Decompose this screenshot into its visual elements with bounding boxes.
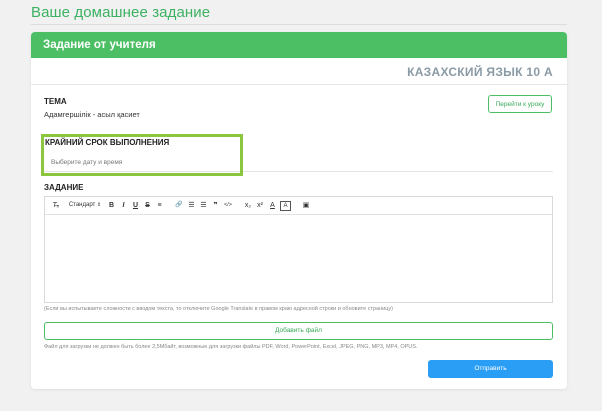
- align-icon[interactable]: ≡: [155, 200, 164, 211]
- link-icon[interactable]: 🔗: [174, 200, 184, 211]
- strike-icon[interactable]: S: [143, 200, 152, 211]
- assignment-label: ЗАДАНИЕ: [44, 183, 84, 192]
- editor-toolbar: T̶ₓ Стандарт ⇕ B I U S ≡ 🔗 ☰ ☰ ❞ </> x₂ …: [45, 197, 552, 215]
- assignment-card: Задание от учителя КАЗАХСКИЙ ЯЗЫК 10 А Т…: [31, 32, 567, 389]
- style-select-value: Стандарт: [68, 202, 96, 208]
- add-file-button[interactable]: Добавить файл: [44, 322, 553, 340]
- italic-icon[interactable]: I: [119, 200, 128, 211]
- bold-icon[interactable]: B: [107, 200, 116, 211]
- topic-value: Адамгершілік - асыл қасиет: [44, 110, 140, 119]
- quote-icon[interactable]: ❞: [211, 200, 220, 211]
- text-editor[interactable]: T̶ₓ Стандарт ⇕ B I U S ≡ 🔗 ☰ ☰ ❞ </> x₂ …: [44, 196, 553, 303]
- chevron-updown-icon: ⇕: [96, 202, 102, 208]
- subscript-icon[interactable]: x₂: [243, 200, 253, 211]
- card-header: Задание от учителя: [31, 32, 567, 58]
- background-color-icon[interactable]: A: [280, 201, 291, 211]
- submit-button[interactable]: Отправить: [428, 360, 553, 378]
- file-requirements-note: Файл для загрузки не должен быть более 2…: [44, 344, 418, 350]
- page-heading: Ваше домашнее задание: [31, 4, 211, 21]
- goto-lesson-button[interactable]: Перейти к уроку: [488, 95, 552, 113]
- style-select[interactable]: Стандарт ⇕: [65, 200, 105, 211]
- text-color-icon[interactable]: A: [268, 200, 277, 211]
- superscript-icon[interactable]: x²: [255, 200, 265, 211]
- subject-divider: [31, 84, 567, 85]
- translate-hint: (Если вы испытываете сложности с вводом …: [44, 306, 393, 312]
- heading-divider: [31, 24, 567, 25]
- deadline-highlight: [41, 134, 243, 176]
- code-icon[interactable]: </>: [222, 200, 234, 211]
- underline-icon[interactable]: U: [131, 200, 140, 211]
- clear-format-icon[interactable]: T̶ₓ: [51, 200, 61, 211]
- topic-label: ТЕМА: [44, 97, 67, 106]
- subject-title: КАЗАХСКИЙ ЯЗЫК 10 А: [407, 65, 553, 79]
- ordered-list-icon[interactable]: ☰: [187, 200, 196, 211]
- bullet-list-icon[interactable]: ☰: [199, 200, 208, 211]
- editor-content[interactable]: [45, 215, 552, 303]
- video-icon[interactable]: ▣: [301, 200, 311, 211]
